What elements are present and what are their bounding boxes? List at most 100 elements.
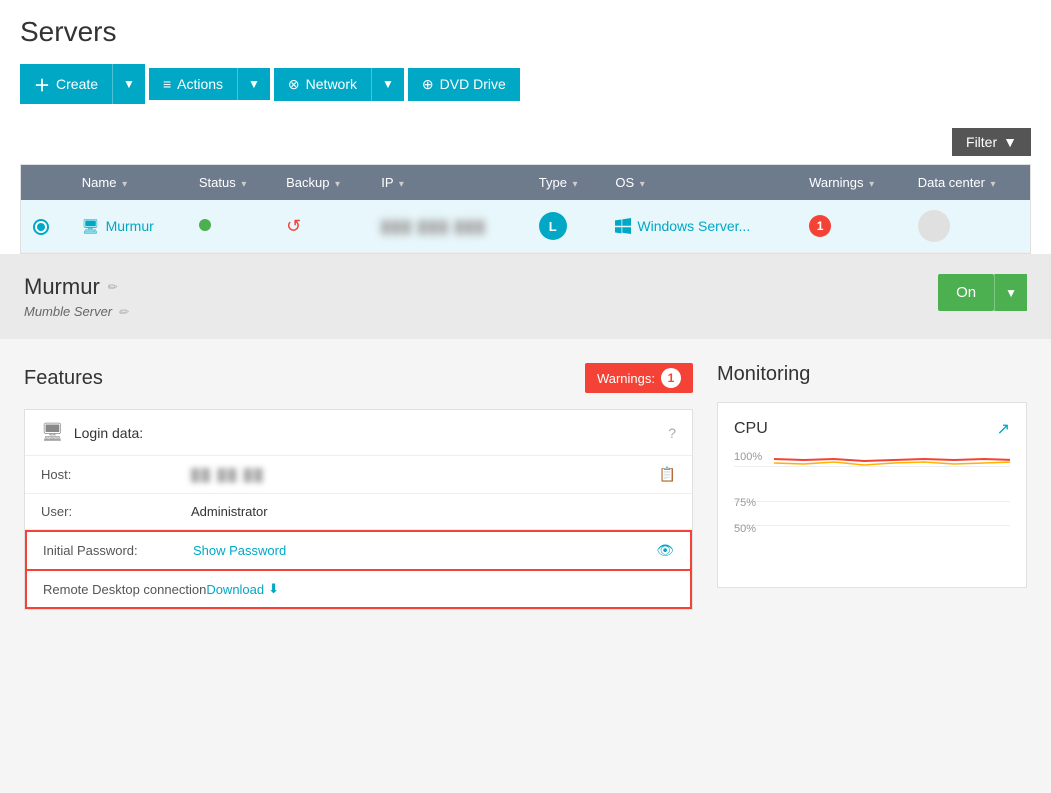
power-dropdown-button[interactable]: ▼ xyxy=(994,274,1027,311)
cpu-chart-svg xyxy=(774,451,1010,571)
monitoring-title: Monitoring xyxy=(717,363,1027,386)
status-dot xyxy=(199,219,211,231)
plus-icon: ＋ xyxy=(34,72,50,96)
os-sort-icon: ▾ xyxy=(640,179,645,190)
cpu-chart: 100% 75% 50% xyxy=(734,451,1010,571)
create-dropdown-button[interactable]: ▼ xyxy=(112,64,145,104)
col-type[interactable]: Type ▾ xyxy=(527,165,604,200)
features-title: Features xyxy=(24,367,103,390)
filter-icon: ▼ xyxy=(1003,134,1017,150)
col-status[interactable]: Status ▾ xyxy=(187,165,274,200)
cpu-card: CPU ↗ 100% 75% 50% xyxy=(717,402,1027,588)
server-detail-section: Murmur ✏ Mumble Server ✏ On ▼ xyxy=(0,254,1051,339)
col-os[interactable]: OS ▾ xyxy=(603,165,797,200)
server-subtitle-text: Mumble Server xyxy=(24,304,112,319)
ip-sort-icon: ▾ xyxy=(399,179,404,190)
download-label: Download xyxy=(206,582,264,597)
host-field: Host: ██ ██ ██ 📋 xyxy=(25,456,692,494)
cpu-title: CPU xyxy=(734,420,768,438)
features-panel-header: Features Warnings: 1 xyxy=(24,363,693,393)
windows-icon xyxy=(615,218,631,234)
page-title: Servers xyxy=(20,16,1031,48)
row-warnings: 1 xyxy=(797,200,906,253)
status-sort-icon: ▾ xyxy=(241,179,246,190)
login-data-header: 🖥 Login data: ? xyxy=(25,410,692,456)
backup-icon: ↺ xyxy=(286,216,301,236)
dvd-label: DVD Drive xyxy=(440,76,506,92)
os-windows: Windows Server... xyxy=(615,218,785,234)
backup-sort-icon: ▾ xyxy=(335,179,340,190)
user-label: User: xyxy=(41,504,191,519)
name-sort-icon: ▾ xyxy=(122,179,127,190)
row-name[interactable]: 🖥 Murmur xyxy=(70,200,187,253)
network-button-group: ⊗ Network ▼ xyxy=(274,68,404,101)
row-select[interactable] xyxy=(21,200,70,253)
actions-label: Actions xyxy=(177,76,223,92)
copy-host-icon[interactable]: 📋 xyxy=(659,466,676,483)
monitoring-panel: Monitoring CPU ↗ 100% 75% 50% xyxy=(717,363,1027,715)
edit-name-icon[interactable]: ✏ xyxy=(108,280,118,294)
dvd-drive-button[interactable]: ⊕ DVD Drive xyxy=(408,68,520,101)
user-value: Administrator xyxy=(191,504,676,519)
network-button[interactable]: ⊗ Network xyxy=(274,68,371,101)
eye-icon[interactable]: 👁 xyxy=(656,542,674,559)
filter-button[interactable]: Filter ▼ xyxy=(952,128,1031,156)
warnings-label: Warnings: xyxy=(597,371,655,386)
show-password-link[interactable]: Show Password xyxy=(193,543,286,558)
main-content: Features Warnings: 1 🖥 Login data: ? Hos… xyxy=(0,339,1051,739)
chart-label-100: 100% xyxy=(734,451,762,463)
server-icon: 🖥 xyxy=(82,218,100,235)
server-name-link[interactable]: 🖥 Murmur xyxy=(82,218,175,235)
power-on-label: On xyxy=(956,284,976,301)
col-backup[interactable]: Backup ▾ xyxy=(274,165,369,200)
login-data-icon: 🖥 xyxy=(41,422,64,443)
col-select xyxy=(21,165,70,200)
password-label: Initial Password: xyxy=(43,543,193,558)
login-data-help-icon[interactable]: ? xyxy=(668,425,676,441)
col-datacenter[interactable]: Data center ▾ xyxy=(906,165,1030,200)
warnings-badge: Warnings: 1 xyxy=(585,363,693,393)
col-warnings[interactable]: Warnings ▾ xyxy=(797,165,906,200)
server-detail-subtitle: Mumble Server ✏ xyxy=(24,304,128,319)
create-label: Create xyxy=(56,76,98,92)
server-detail-name: Murmur ✏ xyxy=(24,274,128,300)
row-status xyxy=(187,200,274,253)
cpu-card-header: CPU ↗ xyxy=(734,419,1010,439)
datacenter-indicator xyxy=(918,210,950,242)
servers-table: Name ▾ Status ▾ Backup ▾ IP ▾ Type ▾ OS … xyxy=(21,165,1030,253)
power-button-group: On ▼ xyxy=(938,274,1027,311)
server-name: Murmur xyxy=(106,218,154,234)
chart-label-50: 50% xyxy=(734,523,756,535)
download-link[interactable]: Download ⬇ xyxy=(206,581,279,597)
cpu-line-red xyxy=(774,459,1010,461)
power-on-button[interactable]: On xyxy=(938,274,994,311)
table-row[interactable]: 🖥 Murmur ↺ ███ ███ ███ L xyxy=(21,200,1030,253)
type-badge: L xyxy=(539,212,567,240)
login-data-section: 🖥 Login data: ? Host: ██ ██ ██ 📋 User: A… xyxy=(24,409,693,610)
warning-badge: 1 xyxy=(809,215,831,237)
col-ip[interactable]: IP ▾ xyxy=(369,165,527,200)
features-panel: Features Warnings: 1 🖥 Login data: ? Hos… xyxy=(24,363,693,715)
dc-sort-icon: ▾ xyxy=(991,179,996,190)
network-dropdown-button[interactable]: ▼ xyxy=(371,68,404,101)
row-os: Windows Server... xyxy=(603,200,797,253)
cpu-line-yellow xyxy=(774,462,1010,465)
cpu-external-link-icon[interactable]: ↗ xyxy=(997,419,1010,439)
login-data-title: Login data: xyxy=(74,425,143,441)
actions-dropdown-button[interactable]: ▼ xyxy=(237,68,270,100)
ip-value: ███ ███ ███ xyxy=(381,220,486,234)
create-button[interactable]: ＋ Create xyxy=(20,64,112,104)
edit-subtitle-icon[interactable]: ✏ xyxy=(118,305,128,319)
radio-button[interactable] xyxy=(33,219,49,235)
password-row: Initial Password: Show Password 👁 xyxy=(25,530,692,571)
col-name[interactable]: Name ▾ xyxy=(70,165,187,200)
type-sort-icon: ▾ xyxy=(573,179,578,190)
rdp-row: Remote Desktop connection Download ⬇ xyxy=(25,571,692,609)
server-name-heading: Murmur xyxy=(24,274,100,300)
actions-button[interactable]: ≡ Actions xyxy=(149,68,237,100)
filter-label: Filter xyxy=(966,134,997,150)
create-button-group: ＋ Create ▼ xyxy=(20,64,145,104)
toolbar: ＋ Create ▼ ≡ Actions ▼ ⊗ Network ▼ ⊕ DVD… xyxy=(20,64,1031,104)
rdp-label: Remote Desktop connection xyxy=(43,582,206,597)
row-backup: ↺ xyxy=(274,200,369,253)
